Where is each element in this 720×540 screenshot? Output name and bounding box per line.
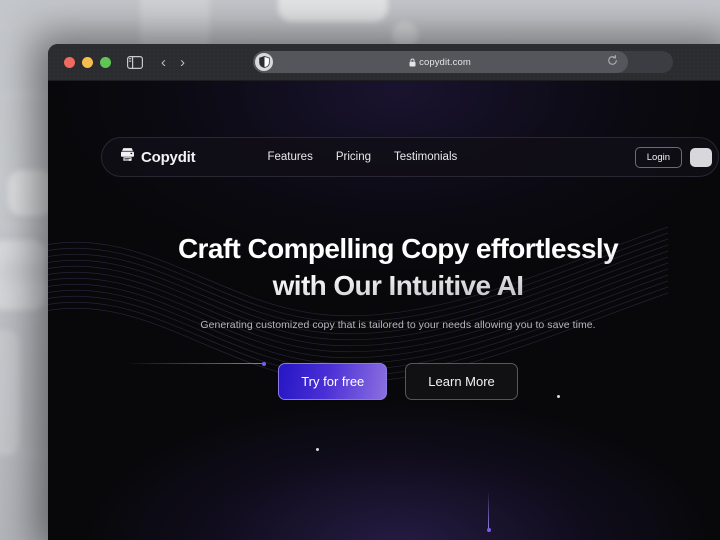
browser-window: ‹ › copydit.com Copydit Features Pricing… [48, 44, 720, 540]
window-controls[interactable] [64, 56, 111, 68]
login-button[interactable]: Login [634, 146, 682, 168]
url-hostname: copydit.com [419, 56, 471, 68]
hero-heading-line-2: with Our Intuitive AI [272, 269, 524, 301]
page-title: Craft Compelling Copy effortlessly with … [48, 231, 720, 305]
reload-icon[interactable] [607, 55, 618, 69]
hero-cta-group: Try for free Learn More [48, 362, 720, 400]
hero-heading-line-1: Craft Compelling Copy effortlessly [177, 233, 619, 264]
nav-link-features[interactable]: Features [267, 151, 312, 163]
close-window-button[interactable] [64, 56, 75, 68]
hero-section: Craft Compelling Copy effortlessly with … [48, 231, 720, 400]
nav-links: Features Pricing Testimonials [267, 151, 457, 163]
maximize-window-button[interactable] [100, 56, 111, 68]
accent-line-vertical [486, 493, 491, 532]
navigation-arrows[interactable]: ‹ › [161, 55, 185, 70]
brand-name: Copydit [141, 148, 196, 166]
browser-toolbar: ‹ › copydit.com [48, 44, 720, 81]
nav-link-testimonials[interactable]: Testimonials [394, 151, 457, 163]
site-navbar: Copydit Features Pricing Testimonials Lo… [101, 137, 719, 177]
background-card [0, 240, 46, 310]
background-card [0, 330, 20, 455]
forward-button[interactable]: › [180, 55, 185, 70]
lock-icon [409, 58, 416, 66]
background-card [278, 0, 388, 22]
signup-button[interactable] [690, 147, 712, 167]
printer-icon [120, 147, 135, 167]
nav-link-pricing[interactable]: Pricing [336, 151, 371, 163]
sparkle-dot [316, 448, 319, 451]
back-button[interactable]: ‹ [161, 55, 166, 70]
address-bar[interactable]: copydit.com [253, 51, 628, 73]
web-page: Copydit Features Pricing Testimonials Lo… [48, 81, 720, 540]
screenshot-root: ‹ › copydit.com Copydit Features Pricing… [0, 0, 720, 540]
hero-subtitle: Generating customized copy that is tailo… [200, 318, 596, 331]
try-for-free-button[interactable]: Try for free [278, 362, 388, 400]
learn-more-button[interactable]: Learn More [405, 362, 518, 400]
sidebar-toggle-icon[interactable] [127, 55, 143, 69]
url-text: copydit.com [273, 57, 607, 68]
nav-actions: Login [634, 146, 718, 168]
brand-logo[interactable]: Copydit [120, 147, 196, 167]
hero-glow-bottom [78, 395, 718, 540]
shield-icon[interactable] [255, 53, 273, 71]
minimize-window-button[interactable] [82, 56, 93, 68]
